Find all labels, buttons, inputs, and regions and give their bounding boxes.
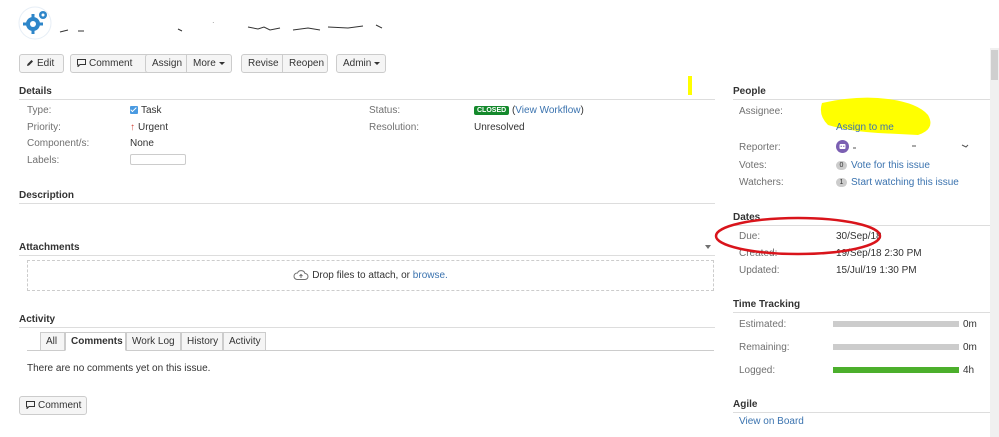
- redaction-mark: [688, 76, 692, 95]
- cloud-upload-icon: [293, 270, 309, 280]
- add-comment-button[interactable]: Comment: [19, 396, 87, 415]
- watch-link[interactable]: Start watching this issue: [851, 177, 959, 188]
- more-button[interactable]: More: [187, 54, 232, 73]
- remaining-bar: [833, 344, 959, 350]
- browse-link[interactable]: browse.: [413, 270, 448, 281]
- votes-value: 0 Vote for this issue: [836, 160, 930, 171]
- type-label: Type:: [27, 105, 52, 116]
- logged-bar: [833, 367, 959, 373]
- project-gear-logo-icon[interactable]: [18, 6, 52, 40]
- activity-heading[interactable]: Activity: [19, 314, 715, 328]
- comment-icon: [26, 401, 35, 410]
- comment-icon: [77, 59, 86, 68]
- watchers-value: 1 Start watching this issue: [836, 177, 959, 188]
- chevron-down-icon: [218, 61, 225, 65]
- tab-activity[interactable]: Activity: [223, 332, 266, 351]
- edit-button[interactable]: Edit: [19, 54, 64, 73]
- revise-button[interactable]: Revise: [241, 54, 283, 73]
- components-value: None: [130, 138, 154, 149]
- components-label: Component/s:: [27, 138, 90, 149]
- attachments-heading[interactable]: Attachments: [19, 242, 715, 256]
- status-label: Status:: [369, 105, 401, 116]
- estimated-value: 0m: [963, 319, 977, 330]
- reopen-button[interactable]: Reopen: [283, 54, 328, 73]
- tab-work-log[interactable]: Work Log: [126, 332, 181, 351]
- description-heading[interactable]: Description: [19, 190, 715, 204]
- comment-button[interactable]: Comment: [70, 54, 157, 73]
- avatar[interactable]: [836, 140, 849, 153]
- agile-heading[interactable]: Agile: [733, 399, 999, 413]
- annotation-circle: [714, 216, 882, 256]
- remaining-value: 0m: [963, 342, 977, 353]
- tab-all[interactable]: All: [40, 332, 65, 351]
- updated-label: Updated:: [739, 265, 780, 276]
- issue-header: [18, 6, 518, 42]
- priority-value: ↑ Urgent: [130, 122, 169, 133]
- assignee-label: Assignee:: [739, 106, 783, 117]
- no-comments-message: There are no comments yet on this issue.: [27, 363, 211, 374]
- status-badge: CLOSED: [474, 106, 510, 115]
- logged-value: 4h: [963, 365, 975, 376]
- assign-button[interactable]: Assign: [145, 54, 187, 73]
- labels-label: Labels:: [27, 155, 60, 166]
- assign-to-me-link[interactable]: Assign to me: [836, 122, 894, 133]
- chevron-down-icon: [374, 61, 381, 65]
- redacted-issue-title: [59, 22, 383, 33]
- tab-history[interactable]: History: [181, 332, 223, 351]
- vote-link[interactable]: Vote for this issue: [851, 160, 930, 171]
- attachments-options-icon[interactable]: [705, 245, 711, 249]
- pencil-icon: [27, 60, 33, 67]
- estimated-label: Estimated:: [739, 319, 787, 330]
- priority-urgent-icon: ↑: [130, 122, 135, 133]
- resolution-label: Resolution:: [369, 122, 420, 133]
- labels-field[interactable]: [130, 154, 186, 165]
- scrollbar-track[interactable]: [990, 48, 999, 437]
- votes-count-badge: 0: [836, 161, 847, 170]
- redacted-reporter-name: [853, 144, 969, 149]
- watchers-label: Watchers:: [739, 177, 784, 188]
- time-tracking-heading[interactable]: Time Tracking: [733, 299, 999, 313]
- admin-button[interactable]: Admin: [336, 54, 386, 73]
- scrollbar-thumb[interactable]: [991, 50, 998, 80]
- resolution-value: Unresolved: [474, 122, 525, 133]
- view-workflow-link[interactable]: View Workflow: [515, 105, 580, 116]
- status-value: CLOSED (View Workflow): [474, 105, 584, 116]
- reporter-label: Reporter:: [739, 142, 781, 153]
- estimated-bar: [833, 321, 959, 327]
- attachment-dropzone[interactable]: Drop files to attach, or browse.: [27, 260, 714, 291]
- type-value: Task: [130, 105, 162, 116]
- tab-comments[interactable]: Comments: [65, 332, 126, 351]
- view-on-board-link[interactable]: View on Board: [739, 416, 804, 427]
- task-icon: [130, 106, 138, 114]
- details-heading[interactable]: Details: [19, 86, 715, 100]
- priority-label: Priority:: [27, 122, 61, 133]
- logged-label: Logged:: [739, 365, 776, 376]
- watchers-count-badge: 1: [836, 178, 847, 187]
- updated-value: 15/Jul/19 1:30 PM: [836, 265, 917, 276]
- remaining-label: Remaining:: [739, 342, 790, 353]
- votes-label: Votes:: [739, 160, 767, 171]
